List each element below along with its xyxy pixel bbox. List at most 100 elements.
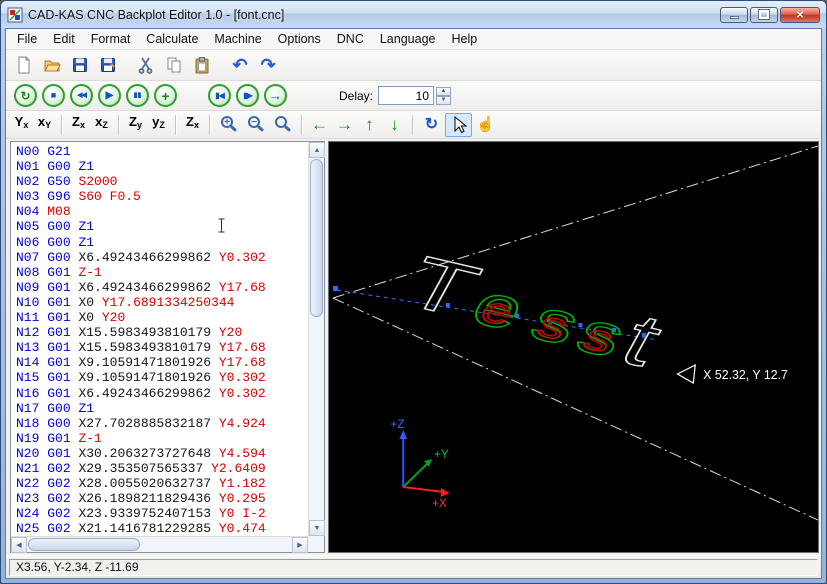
file-toolbar: ↶ ↷ [6, 50, 821, 81]
rotate-view-button[interactable]: ↻ [418, 113, 445, 137]
pan-down-button[interactable]: ↓ [382, 114, 407, 136]
delay-up-button[interactable]: ▲ [436, 86, 452, 96]
new-file-button[interactable] [10, 52, 38, 78]
code-line: N06 G00 Z1 [16, 234, 95, 250]
scroll-up-button[interactable]: ▲ [309, 142, 325, 158]
editor-horizontal-scrollbar[interactable]: ◀ ▶ [11, 536, 308, 553]
status-cell: X3.56, Y-2.34, Z -11.69 [9, 558, 818, 576]
menu-item-dnc[interactable]: DNC [329, 30, 372, 48]
zoom-sign: − [251, 116, 257, 128]
paste-button[interactable] [188, 52, 216, 78]
window-title: CAD-KAS CNC Backplot Editor 1.0 - [font.… [28, 7, 285, 22]
view-label-main: x [37, 113, 46, 129]
code-line: N00 G21 [16, 144, 71, 159]
scroll-down-button[interactable]: ▼ [309, 520, 325, 536]
view-yZ-button[interactable]: yZ [147, 114, 170, 136]
menu-item-format[interactable]: Format [83, 30, 139, 48]
menu-item-file[interactable]: File [9, 30, 45, 48]
view-label-sub: x [193, 119, 199, 130]
app-window: CAD-KAS CNC Backplot Editor 1.0 - [font.… [0, 0, 827, 584]
menu-item-calculate[interactable]: Calculate [138, 30, 206, 48]
redo-button[interactable]: ↷ [254, 52, 282, 78]
scroll-left-button[interactable]: ◀ [11, 536, 27, 553]
zoom-reset-button[interactable] [269, 114, 296, 136]
play-button[interactable]: ▶ [98, 84, 121, 107]
delay-down-button[interactable]: ▼ [436, 95, 452, 105]
code-line: N14 G01 X9.10591471801926 Y17.68 [16, 355, 266, 371]
maximize-button[interactable] [750, 6, 778, 23]
insert-button[interactable]: + [154, 84, 177, 107]
menu-item-options[interactable]: Options [270, 30, 329, 48]
select-pointer-button[interactable] [445, 112, 472, 137]
view-Yx-button[interactable]: Yx [10, 114, 33, 136]
gcode-text[interactable]: N00 G21 N01 G00 Z1 N02 G50 S2000 N03 G96 S6… [16, 144, 306, 535]
menu-item-help[interactable]: Help [443, 30, 485, 48]
hand-icon: ☝ [476, 116, 495, 133]
window-controls: × [720, 6, 820, 23]
step-forward-button[interactable]: ▮▶ [236, 84, 259, 107]
pan-up-button[interactable]: ↑ [357, 114, 382, 136]
pan-left-button[interactable]: ← [307, 114, 332, 136]
backplot-canvas[interactable]: T e s s t e s s X 52.32, Y 12.7 +Z +Y +X [328, 141, 819, 553]
insert-icon: + [161, 87, 170, 104]
skip-to-end-icon: → [269, 88, 282, 103]
skip-to-start-button[interactable]: ▮◀ [208, 84, 231, 107]
rotate-view-icon: ↻ [424, 115, 439, 133]
code-line: N02 G50 S2000 [16, 174, 118, 190]
scroll-right-button[interactable]: ▶ [292, 537, 308, 553]
view-Zx-button[interactable]: Zx [181, 114, 204, 136]
undo-icon: ↶ [232, 55, 248, 75]
gcode-editor[interactable]: N00 G21 N01 G00 Z1 N02 G50 S2000 N03 G96 S6… [10, 141, 325, 553]
delay-input[interactable] [378, 86, 435, 105]
code-line: N18 G00 X27.7028885832187 Y4.924 [16, 415, 266, 431]
view-label-sub: Z [159, 119, 165, 130]
view-label-main: Z [186, 113, 194, 129]
horizontal-scroll-thumb[interactable] [28, 538, 140, 551]
code-line: N10 G01 X0 Y17.6891334250344 [16, 294, 235, 310]
scrollbar-corner [308, 536, 324, 552]
step-forward-icon: ▮▶ [243, 90, 253, 100]
app-icon [7, 7, 23, 23]
pan-right-button[interactable]: → [332, 114, 357, 136]
code-line: N20 G01 X30.2063273727648 Y4.594 [16, 445, 266, 461]
zoom-out-button[interactable]: − [242, 114, 269, 136]
titlebar[interactable]: CAD-KAS CNC Backplot Editor 1.0 - [font.… [1, 1, 826, 28]
cut-button[interactable] [132, 52, 160, 78]
copy-button[interactable] [160, 52, 188, 78]
view-label-sub: x [23, 119, 29, 130]
view-Zx-button[interactable]: Zx [67, 114, 90, 136]
scroll-up-icon: ▲ [313, 146, 321, 154]
open-file-button[interactable] [38, 52, 66, 78]
zoom-in-button[interactable]: + [215, 114, 242, 136]
code-line: N05 G00 Z1 [16, 219, 95, 235]
stop-button[interactable]: ■ [42, 84, 65, 107]
pan-arrow-buttons: ← → ↑ ↓ [307, 114, 407, 136]
view-xY-button[interactable]: xY [33, 114, 56, 136]
editor-vertical-scrollbar[interactable]: ▲ ▼ [308, 142, 325, 536]
zoom-sign: + [224, 116, 230, 128]
menu-item-machine[interactable]: Machine [206, 30, 269, 48]
menu-item-edit[interactable]: Edit [45, 30, 83, 48]
undo-button[interactable]: ↶ [226, 52, 254, 78]
save-file-as-button[interactable] [94, 52, 122, 78]
code-line: N19 G01 Z-1 [16, 430, 102, 446]
pan-hand-button[interactable]: ☝ [472, 113, 499, 137]
pause-button[interactable]: ▮▮ [126, 84, 149, 107]
skip-to-start-icon: ▮◀ [215, 90, 225, 100]
view-xZ-button[interactable]: xZ [90, 114, 113, 136]
menu-item-language[interactable]: Language [372, 30, 444, 48]
save-file-button[interactable] [66, 52, 94, 78]
restart-button[interactable]: ↻ [14, 84, 37, 107]
minimize-button[interactable] [720, 6, 748, 23]
delay-label: Delay: [339, 88, 374, 103]
skip-to-end-button[interactable]: → [264, 84, 287, 107]
rewind-button[interactable]: ◀◀ [70, 84, 93, 107]
menu-bar: File Edit Format Calculate Machine Options DNC… [6, 29, 821, 50]
vertical-scroll-thumb[interactable] [310, 159, 323, 317]
code-line: N12 G01 X15.5983493810179 Y20 [16, 325, 243, 341]
backplot-plot: T e s s t e s s X 52.32, Y 12.7 +Z +Y +X [332, 145, 818, 521]
view-plane-buttons: YxxYZxxZZyyZZx [10, 114, 204, 136]
view-Zy-button[interactable]: Zy [124, 114, 147, 136]
close-button[interactable]: × [780, 6, 820, 23]
scroll-down-icon: ▼ [313, 524, 321, 532]
